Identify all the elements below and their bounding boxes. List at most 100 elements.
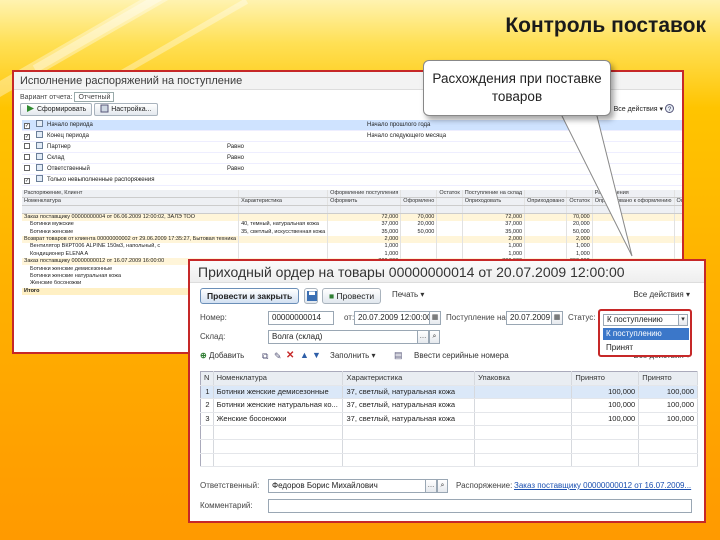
report-setting-row[interactable]: Склад Равно	[22, 152, 682, 164]
report-row[interactable]: Кондиционер ELENA A 1,000 1,000 1,000 1,000	[22, 250, 682, 258]
items-cell-pack[interactable]	[474, 412, 573, 427]
setting-checkbox[interactable]	[24, 123, 30, 129]
items-table: N Номенклатура Характеристика Упаковка Приня…	[200, 371, 698, 468]
items-cell-pack[interactable]	[474, 385, 573, 400]
setting-checkbox[interactable]	[24, 134, 30, 140]
status-select[interactable]: К поступлению	[603, 314, 679, 326]
items-cell-name[interactable]: Женские босоножки	[213, 412, 344, 427]
select-ellipsis-icon[interactable]: …	[426, 479, 437, 493]
generate-report-button[interactable]: Сформировать	[20, 103, 93, 116]
report-variant-select[interactable]: Отчетный	[74, 92, 115, 102]
field-icon	[34, 152, 45, 164]
setting-condition: Равно	[225, 163, 365, 175]
items-empty-cell	[474, 425, 573, 440]
responsible-field[interactable]: Федоров Борис Михайлович	[268, 479, 426, 493]
field-icon	[34, 163, 45, 175]
comment-field[interactable]	[268, 499, 692, 513]
report-cell	[592, 243, 675, 251]
report-settings-button[interactable]: Настройка...	[94, 103, 158, 116]
warehouse-field[interactable]: Волга (склад)	[268, 330, 418, 344]
items-cell-n[interactable]: 2	[200, 398, 214, 413]
items-cell-name[interactable]: Ботинки женские демисезонные	[213, 385, 344, 400]
add-row-button[interactable]: ⊕ Добавить	[200, 351, 244, 360]
report-column-header	[400, 190, 438, 198]
setting-checkbox[interactable]	[24, 154, 30, 160]
status-dropdown[interactable]: К поступлению ▾ К поступлению Принят	[598, 309, 692, 357]
order-ref-link[interactable]: Заказ поставщику 00000000012 от 16.07.20…	[514, 479, 691, 493]
comment-label: Комментарий:	[200, 501, 253, 510]
report-column-header: Оприходовать	[462, 197, 526, 206]
items-row[interactable]: 1 Ботинки женские демисезонные 37, светлый…	[200, 385, 698, 400]
calendar-icon[interactable]: ▦	[430, 311, 441, 325]
items-cell-n[interactable]: 1	[200, 385, 214, 400]
items-empty-cell	[571, 439, 640, 454]
items-cell-q1[interactable]: 100,000	[571, 398, 640, 413]
items-column-header[interactable]: Номенклатура	[213, 371, 344, 386]
items-cell-name[interactable]: Ботинки женские натуральная ко...	[213, 398, 344, 413]
calendar-icon[interactable]: ▦	[552, 311, 563, 325]
items-cell-q2[interactable]: 100,000	[638, 385, 698, 400]
items-cell-char[interactable]: 37, светлый, натуральная кожа	[342, 412, 476, 427]
report-setting-row[interactable]: Партнер Равно	[22, 141, 682, 153]
setting-checkbox[interactable]	[24, 178, 30, 184]
fill-menu[interactable]: Заполнить ▾	[330, 351, 376, 360]
delete-icon[interactable]: ✕	[286, 350, 294, 361]
items-row[interactable]: 3 Женские босоножки 37, светлый, натуральн…	[200, 412, 698, 427]
items-column-header[interactable]: Упаковка	[474, 371, 573, 386]
report-row[interactable]: Заказ поставщику 00000000004 от 06.06.20…	[22, 213, 682, 221]
post-label: Провести	[336, 291, 375, 301]
items-cell-char[interactable]: 37, светлый, натуральная кожа	[342, 385, 476, 400]
serial-numbers-icon[interactable]: ▤	[394, 350, 403, 361]
status-option-accepted[interactable]: Принят	[603, 342, 689, 354]
report-row[interactable]: Вентилятор ВКРТ006 ALPINE 150м3, напольн…	[22, 243, 682, 251]
report-setting-row[interactable]: Ответственный Равно	[22, 163, 682, 175]
report-row[interactable]: Ботинки мужские 40, темный, натуральная к…	[22, 221, 682, 229]
items-column-header[interactable]: Принято	[638, 371, 698, 386]
items-cell-q1[interactable]: 100,000	[571, 385, 640, 400]
items-column-header[interactable]: N	[200, 371, 214, 386]
items-cell-pack[interactable]	[474, 398, 573, 413]
edit-icon[interactable]: ✎	[274, 351, 282, 362]
items-cell-q2[interactable]: 100,000	[638, 412, 698, 427]
report-cell: 1,000	[674, 243, 682, 251]
order-window-title: Приходный ордер на товары 00000000014 от…	[190, 261, 704, 283]
report-setting-row[interactable]: Начало периода Начало прошлого года	[22, 120, 682, 131]
report-cell: 1,000	[566, 243, 593, 251]
items-cell-char[interactable]: 37, светлый, натуральная кожа	[342, 398, 476, 413]
report-column-header: Оприходовано к оформлению	[592, 197, 675, 206]
order-all-actions-button[interactable]: Все действия ▾	[633, 290, 690, 299]
setting-checkbox[interactable]	[24, 143, 30, 149]
setting-checkbox[interactable]	[24, 165, 30, 171]
date-field[interactable]: 20.07.2009 12:00:00	[354, 311, 430, 325]
report-cell	[524, 221, 568, 229]
play-icon	[26, 104, 35, 113]
report-row[interactable]: Возврат товаров от клиента 00000000002 о…	[22, 235, 682, 244]
items-column-header[interactable]: Принято	[571, 371, 640, 386]
items-cell-q2[interactable]: 100,000	[638, 398, 698, 413]
move-up-icon[interactable]: ▲	[300, 350, 309, 360]
items-cell-q1[interactable]: 100,000	[571, 412, 640, 427]
report-setting-row[interactable]: Только невыполненные распоряжения	[22, 174, 682, 186]
search-icon[interactable]: ⌕	[429, 330, 440, 344]
report-row[interactable]: Ботинки женские 35, светлый, искусственна…	[22, 228, 682, 236]
status-option-to-receive[interactable]: К поступлению	[603, 328, 689, 340]
copy-icon[interactable]: ⧉	[262, 351, 268, 362]
report-cell	[436, 250, 463, 258]
report-setting-row[interactable]: Конец периода Начало следующего месяца	[22, 130, 682, 142]
items-column-header[interactable]: Характеристика	[342, 371, 476, 386]
items-row[interactable]: 2 Ботинки женские натуральная ко... 37, св…	[200, 398, 698, 413]
report-cell	[524, 235, 568, 244]
print-menu[interactable]: Печать ▾	[392, 290, 424, 299]
items-cell-n[interactable]: 3	[200, 412, 214, 427]
report-all-actions-button[interactable]: Все действия ▾ ?	[614, 104, 674, 113]
save-button[interactable]	[304, 288, 318, 304]
receipt-date-field[interactable]: 20.07.2009	[506, 311, 552, 325]
number-field[interactable]: 00000000014	[268, 311, 334, 325]
serial-numbers-button[interactable]: Ввести серийные номера	[414, 351, 509, 360]
chevron-down-icon[interactable]: ▾	[679, 314, 688, 326]
move-down-icon[interactable]: ▼	[312, 350, 321, 360]
select-ellipsis-icon[interactable]: …	[418, 330, 429, 344]
post-button[interactable]: ■ Провести	[322, 288, 382, 304]
search-icon[interactable]: ⌕	[437, 479, 448, 493]
post-and-close-button[interactable]: Провести и закрыть	[200, 288, 300, 304]
